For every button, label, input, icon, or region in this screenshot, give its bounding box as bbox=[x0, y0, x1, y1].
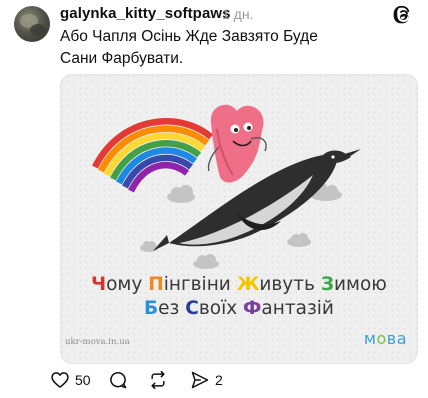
comment-icon bbox=[110, 372, 127, 389]
send-icon bbox=[191, 371, 209, 389]
caption-word: Чому bbox=[91, 274, 143, 295]
share-count: 2 bbox=[215, 372, 223, 388]
caption-initial: Ж bbox=[236, 274, 260, 295]
caption-initial: С bbox=[185, 298, 199, 319]
caption-initial: Б bbox=[144, 298, 159, 319]
avatar[interactable] bbox=[14, 6, 50, 42]
caption-word: Без bbox=[144, 298, 180, 319]
threads-logo-icon[interactable] bbox=[392, 4, 414, 26]
share-button[interactable]: 2 bbox=[190, 368, 223, 392]
repost-button[interactable] bbox=[148, 368, 168, 392]
mova-logo: мова bbox=[363, 329, 407, 348]
penguin-rainbow-illustration bbox=[61, 75, 417, 363]
heart-icon bbox=[51, 372, 69, 388]
caption-word: Живуть bbox=[236, 274, 315, 295]
like-count: 50 bbox=[75, 372, 91, 388]
post-actions: 50 2 bbox=[50, 368, 420, 392]
source-site-text: ukr-mova.in.ua bbox=[65, 337, 130, 347]
caption-line-1: Чому Пінгвіни Живуть Зимою bbox=[61, 274, 417, 295]
caption-line-2: Без Своїх Фантазій bbox=[61, 298, 417, 319]
comment-button[interactable] bbox=[108, 368, 128, 392]
post-text: Або Чапля Осінь Жде Завзято Буде Сани Фа… bbox=[60, 28, 318, 67]
caption-word: Фантазій bbox=[243, 298, 334, 319]
post-time: 1 дн. bbox=[222, 6, 254, 22]
caption-word: Своїх bbox=[185, 298, 238, 319]
caption-word: Пінгвіни bbox=[148, 274, 231, 295]
caption-word: Зимою bbox=[320, 274, 387, 295]
caption-initial: Ч bbox=[91, 274, 107, 295]
username[interactable]: galynka_kitty_softpaws bbox=[60, 5, 231, 22]
repost-icon bbox=[151, 370, 165, 390]
like-button[interactable]: 50 bbox=[50, 368, 91, 392]
post-image-card[interactable]: Чому Пінгвіни Живуть Зимою Без Своїх Фан… bbox=[60, 74, 418, 364]
caption-initial: Ф bbox=[243, 298, 262, 319]
caption-initial: З bbox=[320, 274, 334, 295]
caption-initial: П bbox=[148, 274, 164, 295]
